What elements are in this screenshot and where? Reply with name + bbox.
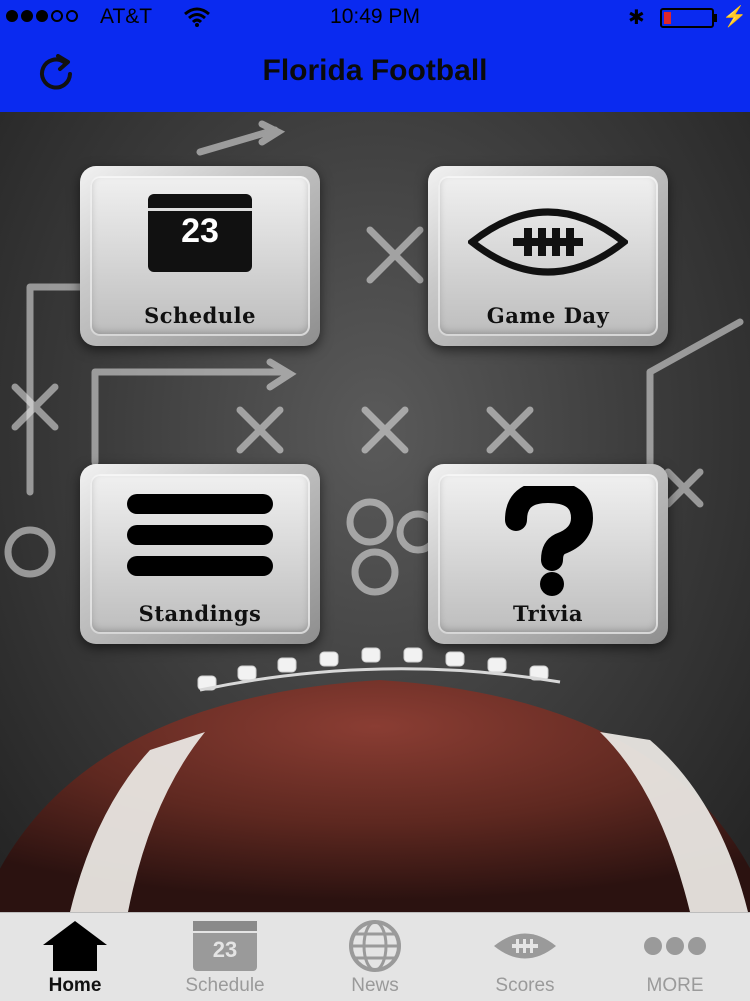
tab-home[interactable]: Home <box>0 913 150 1001</box>
tab-schedule-number: 23 <box>212 937 238 962</box>
globe-icon <box>349 920 401 972</box>
battery-icon <box>660 8 714 28</box>
battery-tip <box>714 14 717 22</box>
question-mark-icon <box>505 486 594 596</box>
tab-scores-label: Scores <box>495 975 555 996</box>
trivia-tile[interactable]: Trivia <box>428 464 668 644</box>
status-bar: AT&T 10:49 PM ✱ ⚡ <box>0 0 750 36</box>
more-icon <box>644 937 706 955</box>
football-icon <box>468 208 628 276</box>
list-icon <box>127 494 273 576</box>
game-day-label: Game Day <box>486 303 610 328</box>
charging-icon: ⚡ <box>722 6 747 28</box>
tab-scores[interactable]: Scores <box>450 913 600 1001</box>
tab-more[interactable]: MORE <box>600 913 750 1001</box>
game-day-tile[interactable]: Game Day <box>428 166 668 346</box>
trivia-label: Trivia <box>513 601 583 626</box>
standings-label: Standings <box>138 601 262 626</box>
tab-bar: Home 23 Schedule News Scores MORE <box>0 912 750 1001</box>
tab-more-label: MORE <box>646 975 704 996</box>
standings-tile[interactable]: Standings <box>80 464 320 644</box>
home-icon <box>43 921 107 971</box>
schedule-tile[interactable]: 23 Schedule <box>80 166 320 346</box>
football-image <box>0 647 750 912</box>
tab-schedule[interactable]: 23 Schedule <box>150 913 300 1001</box>
tab-home-label: Home <box>48 975 102 996</box>
calendar-number: 23 <box>181 212 219 250</box>
football-icon <box>494 933 556 959</box>
page-title: Florida Football <box>262 54 488 87</box>
bluetooth-icon: ✱ <box>628 7 645 29</box>
tab-schedule-label: Schedule <box>185 975 265 996</box>
top-bar: AT&T 10:49 PM ✱ ⚡ Florida Football <box>0 0 750 112</box>
tab-news-label: News <box>351 975 399 996</box>
tab-news[interactable]: News <box>300 913 450 1001</box>
schedule-label: Schedule <box>144 303 256 328</box>
calendar-icon: 23 <box>148 194 252 272</box>
